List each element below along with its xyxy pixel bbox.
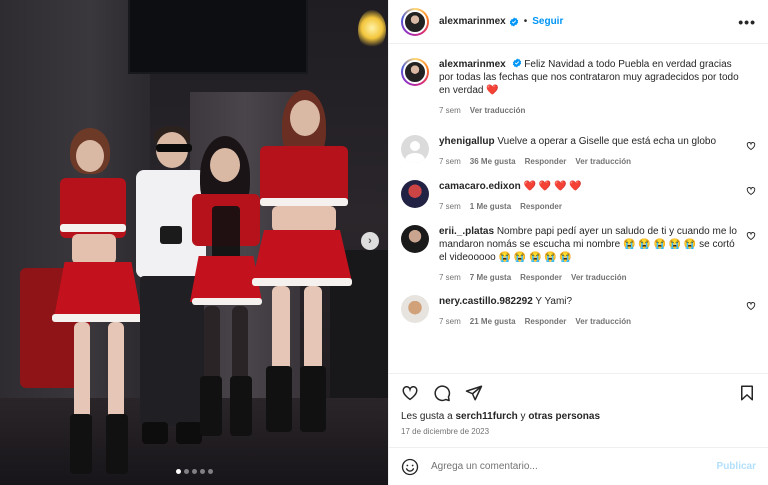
comment-likes[interactable]: 1 Me gusta xyxy=(470,202,511,211)
comment-likes[interactable]: 21 Me gusta xyxy=(470,317,516,326)
comment-icon[interactable] xyxy=(433,384,451,402)
comment-time[interactable]: 7 sem xyxy=(439,273,461,282)
post-caption: alexmarinmex Feliz Navidad a todo Puebla… xyxy=(401,58,756,115)
comment-text: ❤️ ❤️ ❤️ ❤️ xyxy=(523,181,582,192)
verified-icon xyxy=(509,16,518,27)
chevron-right-icon: › xyxy=(368,235,372,247)
separator: • xyxy=(523,16,528,27)
carousel-next-button[interactable]: › xyxy=(361,232,379,250)
liker-username[interactable]: serch11furch xyxy=(455,411,517,422)
reply-button[interactable]: Responder xyxy=(520,273,562,282)
translate-button[interactable]: Ver traducción xyxy=(575,317,631,326)
likes-summary: Les gusta a serch11furch y otras persona… xyxy=(401,411,601,422)
emoji-icon[interactable] xyxy=(401,458,419,476)
commenter-username[interactable]: erii._.platas xyxy=(439,226,494,237)
reply-button[interactable]: Responder xyxy=(525,157,567,166)
post-actions xyxy=(389,373,768,411)
share-icon[interactable] xyxy=(465,384,483,402)
publish-button[interactable]: Publicar xyxy=(717,461,756,472)
save-icon[interactable] xyxy=(738,384,756,402)
instagram-post: › alexmarinmex • Seguir ••• alexmarinmex… xyxy=(0,0,768,485)
commenter-username[interactable]: camacaro.edixon xyxy=(439,181,521,192)
comment-time[interactable]: 7 sem xyxy=(439,317,461,326)
comment-item: erii._.platas Nombre papi pedí ayer un s… xyxy=(401,225,756,282)
comment-likes[interactable]: 36 Me gusta xyxy=(470,157,516,166)
caption-avatar[interactable] xyxy=(401,58,429,86)
lamp xyxy=(358,10,386,50)
commenter-avatar[interactable] xyxy=(401,295,429,323)
translate-button[interactable]: Ver traducción xyxy=(575,157,631,166)
translate-button[interactable]: Ver traducción xyxy=(470,106,526,115)
carousel-indicator xyxy=(0,469,388,474)
comment-time[interactable]: 7 sem xyxy=(439,202,461,211)
carousel-dot xyxy=(183,469,189,474)
translate-button[interactable]: Ver traducción xyxy=(571,273,627,282)
post-date[interactable]: 17 de diciembre de 2023 xyxy=(389,425,768,447)
comment-item: nery.castillo.982292 Y Yami? 7 sem 21 Me… xyxy=(401,295,756,326)
comment-likes[interactable]: 7 Me gusta xyxy=(470,273,511,282)
heart-icon[interactable] xyxy=(401,384,419,402)
reply-button[interactable]: Responder xyxy=(520,202,562,211)
follow-button[interactable]: Seguir xyxy=(532,16,563,27)
carousel-dot xyxy=(199,469,205,474)
comment-item: yhenigallup Vuelve a operar a Giselle qu… xyxy=(401,135,756,166)
comment-input[interactable] xyxy=(431,461,709,472)
comment-text: Vuelve a operar a Giselle que está echa … xyxy=(497,136,717,147)
comment-time[interactable]: 7 sem xyxy=(439,157,461,166)
heart-icon[interactable] xyxy=(746,141,756,151)
other-likers-link[interactable]: otras personas xyxy=(528,411,600,422)
commenter-avatar[interactable] xyxy=(401,180,429,208)
carousel-dot xyxy=(175,469,181,474)
post-side-panel: alexmarinmex • Seguir ••• alexmarinmex F… xyxy=(388,0,768,485)
comments-list[interactable]: alexmarinmex Feliz Navidad a todo Puebla… xyxy=(389,44,768,373)
commenter-avatar[interactable] xyxy=(401,135,429,163)
wall-tv xyxy=(128,0,308,74)
person-1 xyxy=(52,128,144,478)
caption-username[interactable]: alexmarinmex xyxy=(439,59,506,70)
reply-button[interactable]: Responder xyxy=(525,317,567,326)
commenter-username[interactable]: yhenigallup xyxy=(439,136,495,147)
post-header: alexmarinmex • Seguir ••• xyxy=(389,0,768,44)
commenter-avatar[interactable] xyxy=(401,225,429,253)
heart-icon[interactable] xyxy=(746,186,756,196)
more-icon[interactable]: ••• xyxy=(738,14,756,30)
heart-icon[interactable] xyxy=(746,231,756,241)
carousel-dot xyxy=(207,469,213,474)
comment-text: Y Yami? xyxy=(535,296,573,307)
author-avatar[interactable] xyxy=(401,7,429,36)
author-username[interactable]: alexmarinmex xyxy=(439,16,506,27)
heart-icon[interactable] xyxy=(746,301,756,311)
carousel-dot xyxy=(191,469,197,474)
commenter-username[interactable]: nery.castillo.982292 xyxy=(439,296,533,307)
heart-emoji: ❤️ xyxy=(486,85,499,96)
person-4 xyxy=(252,90,352,450)
post-photo[interactable]: › xyxy=(0,0,388,485)
caption-time[interactable]: 7 sem xyxy=(439,106,461,115)
comment-item: camacaro.edixon ❤️ ❤️ ❤️ ❤️ 7 sem 1 Me g… xyxy=(401,180,756,211)
comment-composer: Publicar xyxy=(389,447,768,485)
verified-icon xyxy=(512,58,521,68)
